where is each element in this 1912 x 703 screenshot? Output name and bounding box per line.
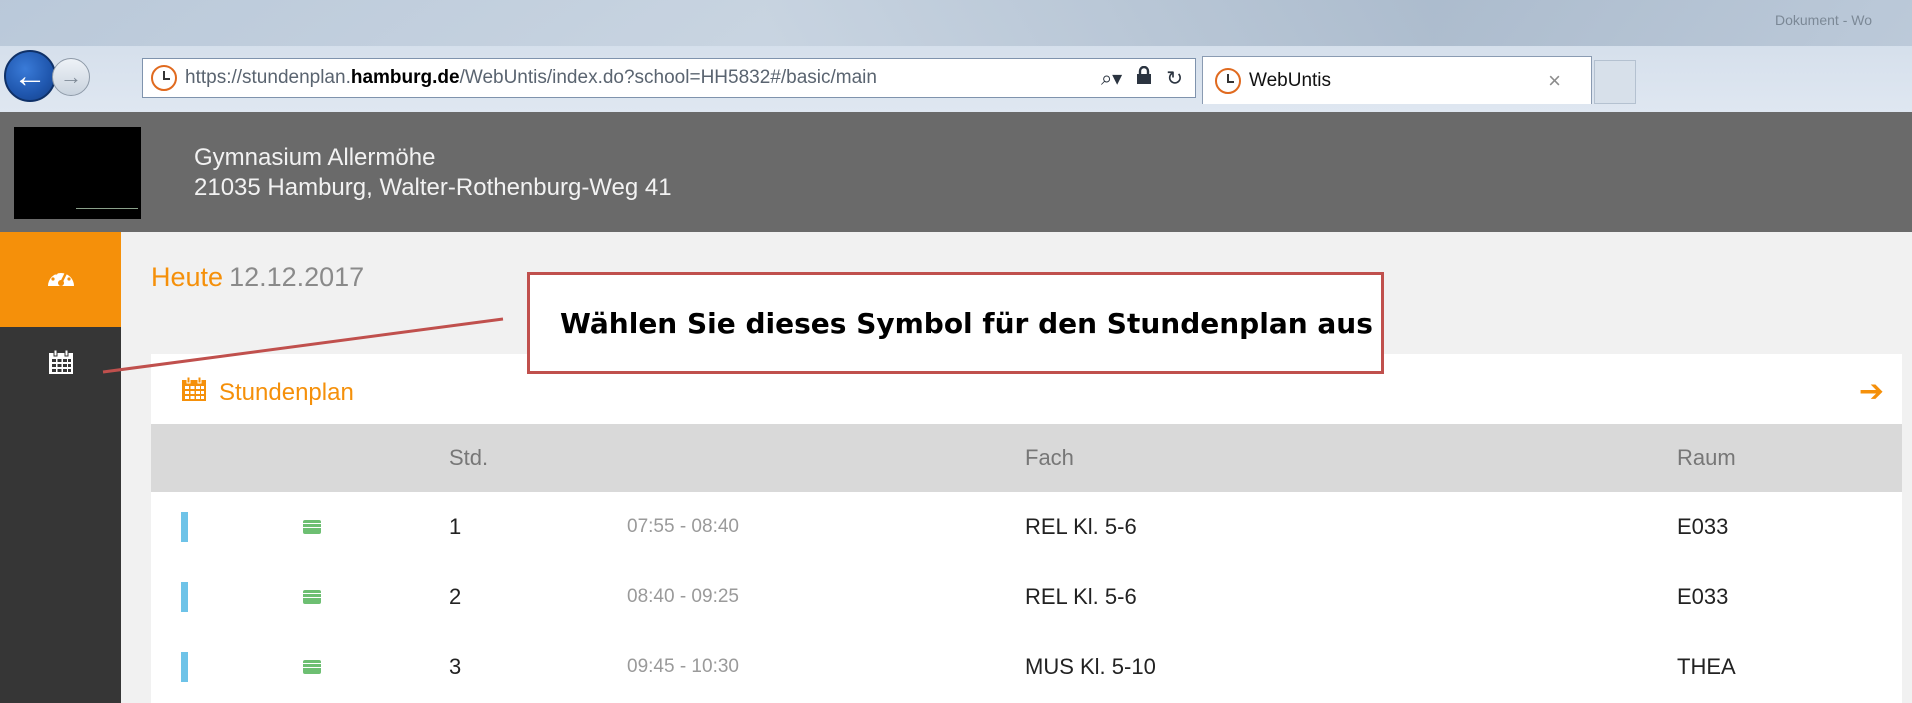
callout-text: Wählen Sie dieses Symbol für den Stunden… <box>560 306 1373 340</box>
callout-box: Wählen Sie dieses Symbol für den Stunden… <box>527 272 1384 374</box>
